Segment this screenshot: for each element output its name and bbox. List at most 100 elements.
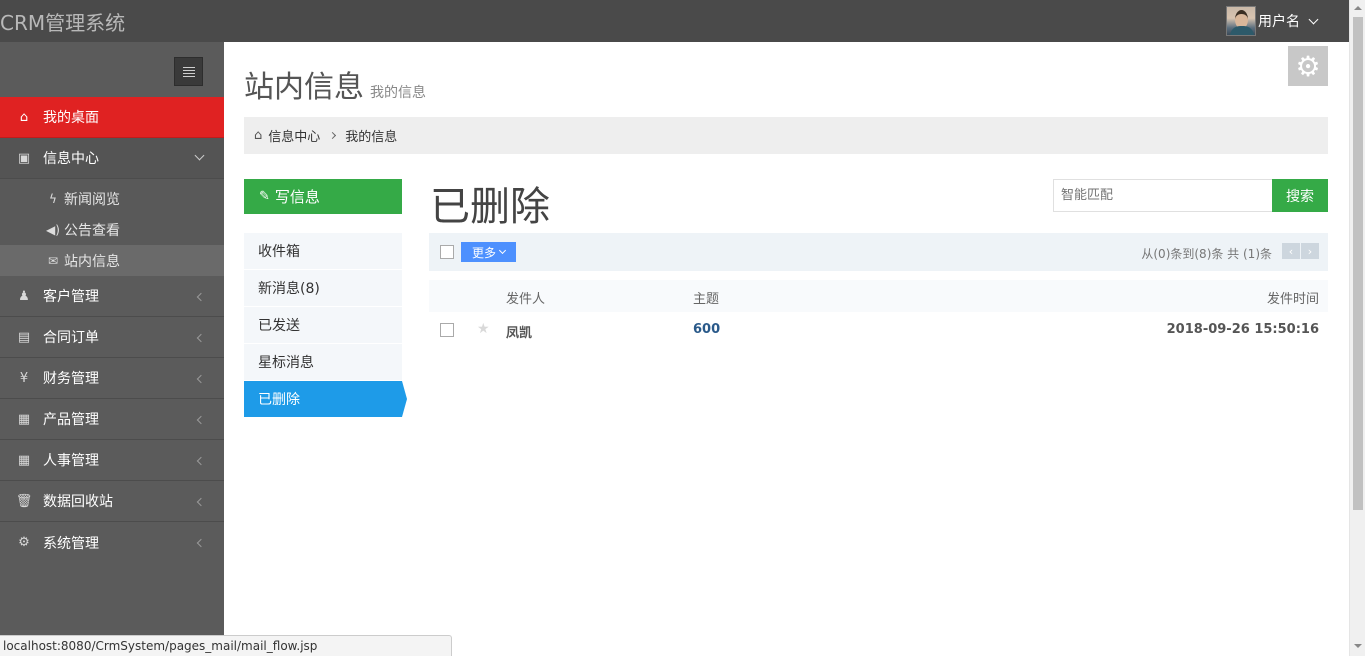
- sidebar-subitem-notice[interactable]: ◀) 公告查看: [0, 214, 224, 245]
- gear-icon: ⚙: [18, 535, 30, 550]
- home-icon: ⌂: [19, 109, 29, 125]
- page-title-text: 站内信息: [244, 70, 364, 105]
- column-sender: 发件人: [506, 292, 546, 307]
- user-icon: ♟: [18, 288, 30, 304]
- scrollbar-thumb[interactable]: [1353, 17, 1363, 510]
- row-time: 2018-09-26 15:50:16: [1166, 322, 1319, 337]
- chevron-left-icon: [196, 456, 206, 466]
- mail-folder-list: 收件箱 新消息(8) 已发送 星标消息 已删除: [244, 233, 407, 418]
- table-row[interactable]: ★ 凤凯 600 2018-09-26 15:50:16: [429, 312, 1328, 349]
- sidebar-toggle-button[interactable]: [174, 57, 203, 86]
- app-brand[interactable]: CRM管理系统: [0, 7, 125, 36]
- mail-toolbar: 更多 从(0)条到(8)条 共 (1)条 ‹ ›: [429, 233, 1328, 271]
- folder-inbox[interactable]: 收件箱: [244, 233, 402, 270]
- scroll-down-arrow[interactable]: [1354, 644, 1362, 648]
- browser-status-url: localhost:8080/CrmSystem/pages_mail/mail…: [0, 635, 452, 656]
- chevron-left-icon: [196, 333, 206, 343]
- sidebar-item-label: 财务管理: [43, 371, 99, 387]
- more-label: 更多: [471, 245, 496, 260]
- message-icon: ▣: [17, 150, 31, 166]
- sidebar-item-label: 数据回收站: [43, 494, 113, 510]
- sidebar-item-label: 客户管理: [43, 289, 99, 305]
- chevron-left-icon: [196, 497, 206, 507]
- next-page-button[interactable]: ›: [1301, 243, 1319, 259]
- page-title: 站内信息 我的信息: [244, 62, 426, 106]
- star-icon[interactable]: ★: [477, 321, 490, 337]
- sidebar-item-label: 产品管理: [43, 412, 99, 428]
- sidebar-subitem-news[interactable]: ϟ 新闻阅览: [0, 183, 224, 214]
- breadcrumb-home-link[interactable]: 信息中心: [268, 126, 320, 145]
- sidebar-item-label: 人事管理: [43, 453, 99, 469]
- volume-icon: ◀): [46, 222, 60, 237]
- column-time: 发件时间: [1266, 292, 1319, 307]
- sidebar: ⌂ 我的桌面 ▣ 信息中心 ϟ 新闻阅览 ◀) 公告查看 ✉ 站内信息 ♟ 客户…: [0, 42, 224, 656]
- sidebar-item-customers[interactable]: ♟ 客户管理: [0, 276, 224, 317]
- chevron-left-icon: [196, 292, 206, 302]
- page-scrollbar[interactable]: [1349, 0, 1365, 656]
- sidebar-item-label: 我的桌面: [43, 110, 99, 126]
- chevron-right-icon: [329, 131, 337, 140]
- scroll-up-arrow[interactable]: [1354, 6, 1362, 10]
- breadcrumb-current: 我的信息: [345, 130, 398, 145]
- select-all-checkbox[interactable]: [440, 245, 454, 259]
- user-name: 用户名: [1258, 14, 1300, 30]
- chevron-left-icon: [196, 538, 206, 548]
- gear-icon: ⚙: [1295, 49, 1321, 83]
- folder-starred[interactable]: 星标消息: [244, 344, 402, 381]
- row-subject[interactable]: 600: [693, 322, 720, 337]
- prev-page-button[interactable]: ‹: [1282, 243, 1300, 259]
- breadcrumb: ⌂ 信息中心 我的信息: [244, 117, 1328, 154]
- chevron-left-icon: [196, 374, 206, 384]
- main-content: 站内信息 我的信息 ⚙ ⌂ 信息中心 我的信息 ✎ 写信息 收件箱 新消息(8) …: [224, 42, 1349, 656]
- search-input[interactable]: [1053, 179, 1273, 212]
- search-button[interactable]: 搜索: [1272, 179, 1328, 212]
- page-subtitle: 我的信息: [370, 85, 426, 101]
- info-center-submenu: ϟ 新闻阅览 ◀) 公告查看 ✉ 站内信息: [0, 179, 224, 276]
- chevron-down-icon: [498, 246, 507, 255]
- table-icon: ▦: [17, 452, 31, 468]
- compose-button[interactable]: ✎ 写信息: [244, 179, 402, 214]
- user-menu[interactable]: 用户名: [1226, 5, 1319, 37]
- folder-sent[interactable]: 已发送: [244, 307, 402, 344]
- bolt-icon: ϟ: [49, 191, 57, 206]
- sidebar-subitem-mail[interactable]: ✉ 站内信息: [0, 245, 224, 276]
- sidebar-item-finance[interactable]: ¥ 财务管理: [0, 358, 224, 399]
- sidebar-item-recycle-bin[interactable]: 🗑 数据回收站: [0, 481, 224, 522]
- home-icon: ⌂: [254, 128, 263, 143]
- envelope-icon: ✉: [47, 253, 59, 268]
- sidebar-item-desktop[interactable]: ⌂ 我的桌面: [0, 97, 224, 138]
- chevron-down-icon: [194, 150, 205, 161]
- avatar: [1226, 6, 1256, 36]
- sidebar-menu: ⌂ 我的桌面 ▣ 信息中心 ϟ 新闻阅览 ◀) 公告查看 ✉ 站内信息 ♟ 客户…: [0, 97, 224, 563]
- more-actions-button[interactable]: 更多: [461, 242, 516, 262]
- edit-icon: ✎: [259, 189, 270, 204]
- sidebar-item-label: 合同订单: [43, 330, 99, 346]
- row-checkbox[interactable]: [440, 323, 454, 337]
- sidebar-item-products[interactable]: ▦ 产品管理: [0, 399, 224, 440]
- sidebar-item-hr[interactable]: ▦ 人事管理: [0, 440, 224, 481]
- yen-icon: ¥: [19, 370, 29, 386]
- table-header: 发件人 主题 发件时间: [429, 280, 1328, 312]
- compose-label: 写信息: [274, 188, 320, 206]
- folder-deleted[interactable]: 已删除: [244, 381, 407, 418]
- top-navbar: CRM管理系统 用户名: [0, 0, 1349, 42]
- chevron-left-icon: [196, 415, 206, 425]
- sidebar-subitem-label: 站内信息: [64, 253, 120, 270]
- folder-new[interactable]: 新消息(8): [244, 270, 402, 307]
- book-icon: ▤: [17, 329, 31, 345]
- sidebar-subitem-label: 新闻阅览: [64, 191, 120, 208]
- sidebar-item-label: 信息中心: [43, 151, 99, 167]
- sidebar-item-system[interactable]: ⚙ 系统管理: [0, 522, 224, 563]
- row-sender: 凤凯: [506, 326, 533, 341]
- sidebar-item-label: 系统管理: [43, 535, 99, 552]
- sidebar-item-info-center[interactable]: ▣ 信息中心: [0, 138, 224, 179]
- folder-title: 已删除: [430, 184, 550, 230]
- chevron-down-icon: [1308, 14, 1319, 24]
- pager-info: 从(0)条到(8)条 共 (1)条: [1141, 247, 1272, 261]
- sidebar-item-contracts[interactable]: ▤ 合同订单: [0, 317, 224, 358]
- trash-icon: 🗑: [15, 493, 33, 509]
- settings-gear-button[interactable]: ⚙: [1288, 46, 1328, 86]
- column-subject: 主题: [693, 292, 720, 307]
- sidebar-subitem-label: 公告查看: [64, 222, 120, 239]
- table-icon: ▦: [17, 411, 31, 427]
